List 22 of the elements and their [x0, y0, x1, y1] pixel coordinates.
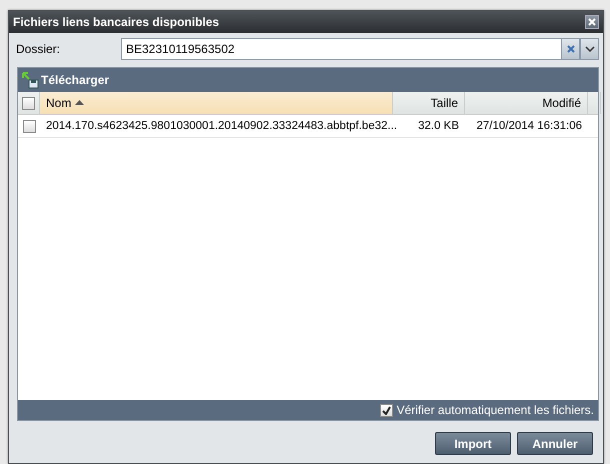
dialog-button[interactable]: Annuler — [517, 432, 593, 455]
column-header[interactable]: Modifié — [465, 92, 588, 114]
column-header[interactable]: Nom — [40, 92, 393, 114]
row-checkbox[interactable] — [22, 120, 36, 132]
column-header[interactable]: Taille — [393, 92, 465, 114]
table-cell-text: 27/10/2014 16:31:06 — [475, 119, 583, 134]
dropdown-button[interactable] — [580, 38, 599, 60]
caret-icon — [584, 46, 594, 52]
window-title: Fichiers liens bancaires disponibles — [13, 15, 220, 29]
clear-button[interactable] — [561, 38, 580, 60]
select-all-checkbox[interactable] — [22, 96, 35, 110]
download-icon — [21, 71, 39, 89]
folder-field[interactable]: BE32310119563502 — [121, 38, 561, 60]
auto-verify-label: Vérifier automatiquement les fichiers. — [396, 403, 594, 417]
download-button[interactable]: Télécharger — [21, 71, 110, 89]
close-button[interactable] — [585, 15, 599, 29]
sort-icon — [75, 100, 84, 106]
folder-label: Dossier: — [16, 42, 62, 56]
dialog-button[interactable]: Import — [435, 432, 511, 455]
close-icon — [566, 44, 576, 54]
auto-verify-checkbox[interactable] — [380, 404, 393, 416]
close-icon — [587, 17, 597, 27]
